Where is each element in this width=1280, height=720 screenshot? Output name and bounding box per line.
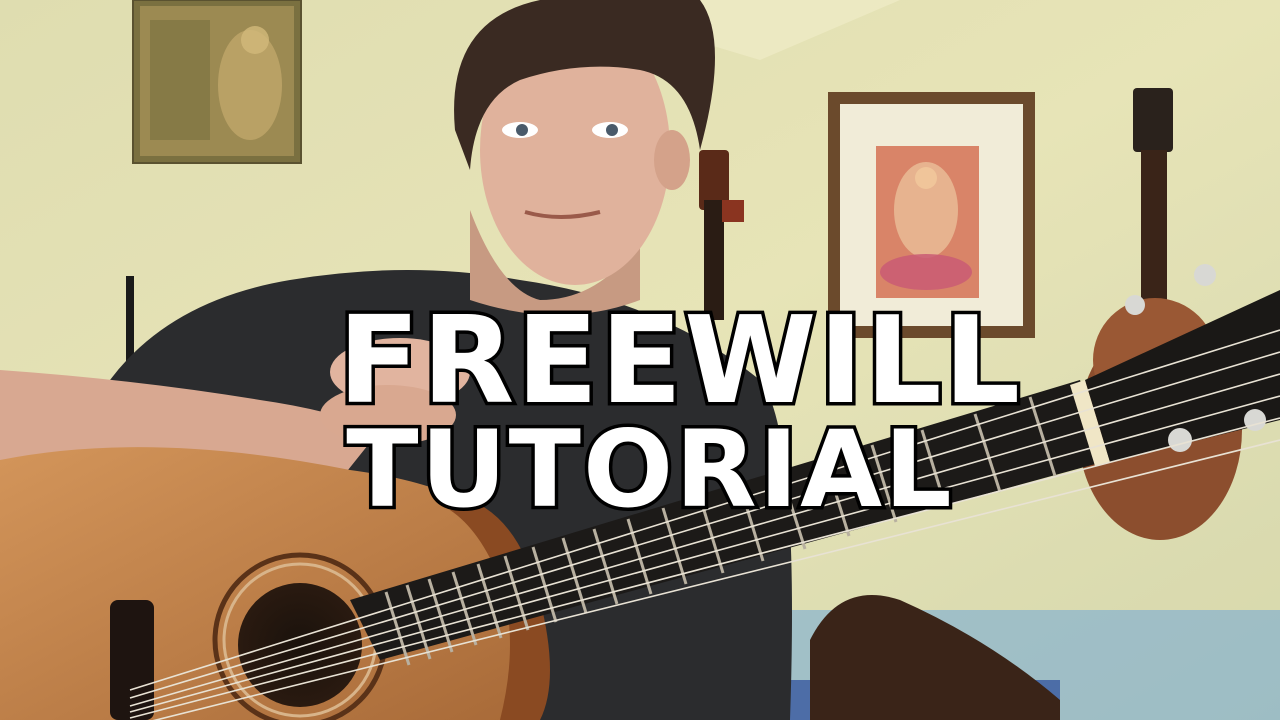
buddha-painting <box>132 0 302 164</box>
title-line-2: TUTORIAL <box>343 408 955 531</box>
video-thumbnail: FREEWILL TUTORIAL <box>0 0 1280 720</box>
